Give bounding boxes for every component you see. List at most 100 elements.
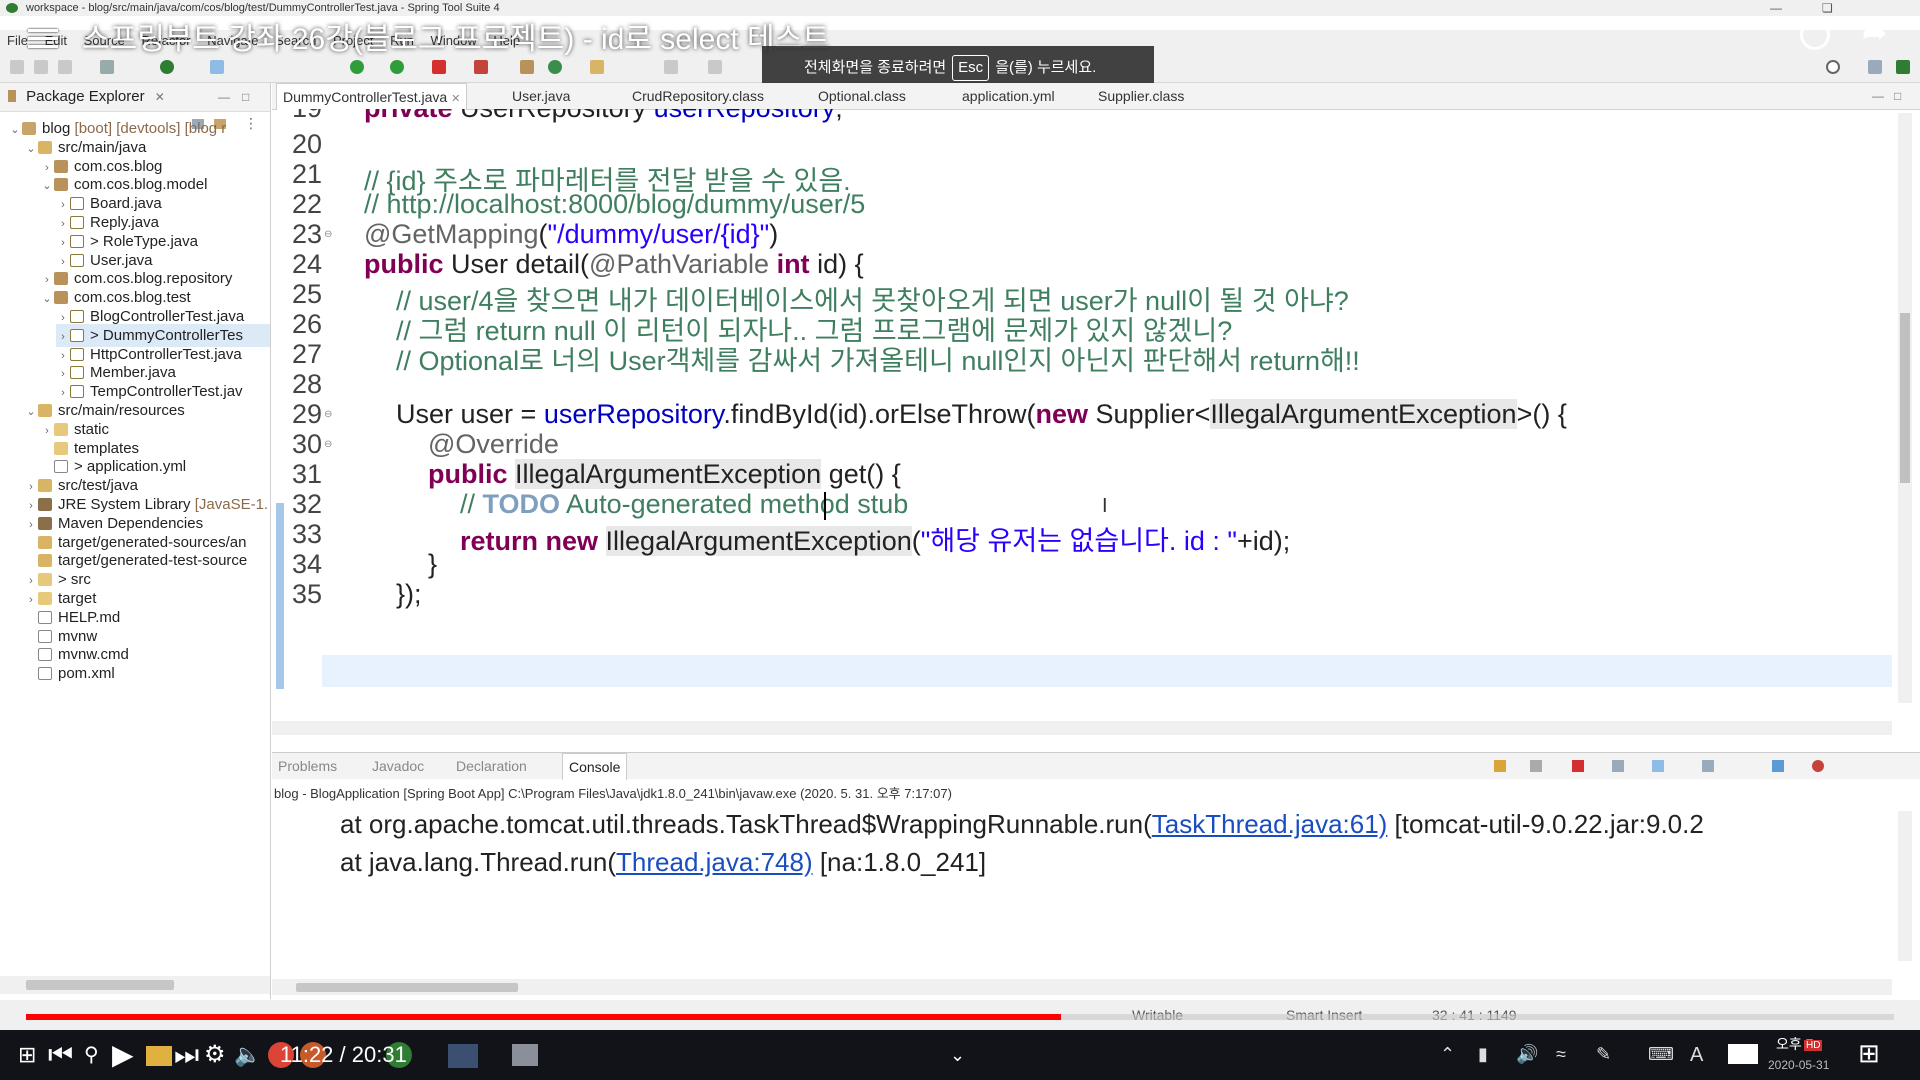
- close-tab-icon[interactable]: ✕: [451, 93, 460, 105]
- sts-logo-icon: [6, 3, 18, 13]
- video-progress-bar[interactable]: [26, 1014, 1894, 1020]
- file-explorer-icon[interactable]: [146, 1046, 172, 1066]
- restore-icon[interactable]: ❏: [1822, 0, 1833, 16]
- tray-chevron-up-icon[interactable]: ⌃: [1440, 1044, 1455, 1065]
- tab-declaration[interactable]: Declaration: [456, 753, 527, 779]
- vm-icon[interactable]: [448, 1044, 478, 1068]
- spring-boot-icon[interactable]: [160, 60, 174, 74]
- watch-later-icon[interactable]: [1800, 20, 1830, 50]
- settings-gear-icon[interactable]: ⚙: [204, 1038, 226, 1072]
- pen-icon[interactable]: ✎: [1596, 1044, 1611, 1065]
- spring-perspective-icon[interactable]: [1896, 60, 1910, 74]
- open-type-icon[interactable]: [590, 60, 604, 74]
- keyboard-icon[interactable]: ⌨: [1648, 1044, 1674, 1065]
- tree-item-label: mvnw: [58, 627, 98, 645]
- scroll-thumb[interactable]: [1900, 313, 1910, 483]
- stack-link[interactable]: TaskThread.java:61): [1152, 809, 1388, 839]
- tab-console[interactable]: Console: [562, 753, 628, 780]
- stack-link[interactable]: Thread.java:748): [616, 847, 813, 877]
- new-icon[interactable]: [10, 60, 24, 74]
- chevron-down-icon[interactable]: ⌄: [24, 401, 38, 424]
- tab-javadoc[interactable]: Javadoc: [372, 753, 424, 779]
- stop-icon[interactable]: [432, 60, 446, 74]
- previous-icon[interactable]: ⏮: [48, 1038, 73, 1072]
- chevron-down-icon[interactable]: ⌄: [8, 119, 22, 142]
- open-console-icon[interactable]: [1702, 760, 1714, 772]
- spring-console-icon[interactable]: [1812, 760, 1824, 772]
- fold-icon[interactable]: ⊖: [324, 229, 332, 240]
- minimize-editor-icon[interactable]: —: [1872, 83, 1884, 109]
- save-icon[interactable]: [34, 60, 48, 74]
- perspective-icon[interactable]: [1868, 60, 1882, 74]
- next-icon[interactable]: ⏭: [174, 1038, 199, 1072]
- terminate-icon[interactable]: [1572, 760, 1584, 772]
- tab-optional[interactable]: Optional.class: [818, 83, 906, 109]
- tab-supplier[interactable]: Supplier.class: [1098, 83, 1184, 109]
- save-all-icon[interactable]: [58, 60, 72, 74]
- menu-file[interactable]: File: [7, 33, 28, 48]
- clear-console-icon[interactable]: [1612, 760, 1624, 772]
- exit-fullscreen-icon[interactable]: ⊞: [1858, 1038, 1880, 1069]
- fold-icon[interactable]: ⊖: [324, 439, 332, 450]
- video-menu-icon[interactable]: [28, 24, 58, 50]
- esc-key: Esc: [952, 55, 990, 81]
- speaker-icon[interactable]: 🔊: [1516, 1044, 1538, 1065]
- chevron-down-icon[interactable]: ⌄: [40, 175, 54, 198]
- input-language[interactable]: A: [1690, 1044, 1703, 1067]
- editor-hscroll[interactable]: [272, 721, 1892, 735]
- volume-icon[interactable]: 🔈: [234, 1038, 261, 1072]
- tree-hscroll[interactable]: [0, 976, 270, 994]
- share-icon[interactable]: ➦: [1862, 16, 1887, 51]
- remove-launch-icon[interactable]: [1530, 760, 1542, 772]
- pin-console-icon[interactable]: [1494, 760, 1506, 772]
- editor-vscroll[interactable]: [1898, 113, 1912, 703]
- code-area[interactable]: 19 private UserRepository userRepository…: [272, 109, 1892, 727]
- toggle-mark-icon[interactable]: [210, 60, 224, 74]
- notepad-icon[interactable]: [512, 1044, 538, 1066]
- console-vscroll[interactable]: [1898, 811, 1912, 961]
- tab-problems[interactable]: Problems: [278, 753, 337, 779]
- network-icon[interactable]: ≈: [1556, 1044, 1566, 1065]
- relaunch-icon[interactable]: [474, 60, 488, 74]
- run-icon[interactable]: [350, 60, 364, 74]
- close-view-icon[interactable]: ✕: [155, 90, 165, 104]
- debug-icon[interactable]: [390, 60, 404, 74]
- console-launch-info: blog - BlogApplication [Spring Boot App]…: [274, 786, 952, 801]
- punct: );: [1273, 526, 1291, 556]
- play-icon[interactable]: ▶: [112, 1038, 134, 1072]
- tab-user-java[interactable]: User.java: [512, 83, 570, 109]
- chevron-down-icon[interactable]: ⌄: [24, 138, 38, 161]
- code-line-23: @GetMapping("/dummy/user/{id}"): [364, 219, 778, 250]
- tree-item-decoration: [JavaSE-1.: [190, 496, 269, 513]
- editor-tabs: DummyControllerTest.java ✕ User.java Cru…: [272, 83, 1920, 110]
- subtitles-icon[interactable]: [1728, 1044, 1758, 1064]
- new-package-icon[interactable]: [520, 60, 534, 74]
- current-line-highlight: [322, 655, 1892, 687]
- maximize-editor-icon[interactable]: □: [1894, 83, 1901, 109]
- console-hscroll[interactable]: [272, 979, 1892, 995]
- fold-icon[interactable]: ⊖: [324, 409, 332, 420]
- minimize-icon[interactable]: —: [1770, 0, 1782, 16]
- kw: return new: [460, 526, 599, 556]
- scroll-lock-icon[interactable]: [1652, 760, 1664, 772]
- search-icon[interactable]: [1826, 60, 1840, 74]
- minimize-view-icon[interactable]: —: [218, 83, 230, 111]
- chevron-down-icon[interactable]: ⌄: [950, 1038, 965, 1072]
- lib-icon: [38, 516, 52, 530]
- tab-dummycontrollertest[interactable]: DummyControllerTest.java ✕: [276, 83, 468, 110]
- display-selected-console-icon[interactable]: [1772, 760, 1784, 772]
- tree-item[interactable]: pom.xml: [24, 662, 270, 685]
- maximize-view-icon[interactable]: □: [242, 83, 249, 111]
- taskbar-search-icon[interactable]: ⚲: [84, 1038, 99, 1072]
- tab-application-yml[interactable]: application.yml: [962, 83, 1055, 109]
- tab-crudrepository[interactable]: CrudRepository.class: [632, 83, 764, 109]
- new-class-icon[interactable]: [548, 60, 562, 74]
- next-annotation-icon[interactable]: [664, 60, 678, 74]
- tree-item-label: target: [58, 590, 97, 607]
- back-icon[interactable]: [708, 60, 722, 74]
- lib-icon: [38, 498, 52, 511]
- chevron-down-icon[interactable]: ⌄: [40, 288, 54, 311]
- print-icon[interactable]: [100, 60, 114, 74]
- todo-tag: TODO: [482, 489, 561, 519]
- windows-start-icon[interactable]: ⊞: [18, 1038, 36, 1072]
